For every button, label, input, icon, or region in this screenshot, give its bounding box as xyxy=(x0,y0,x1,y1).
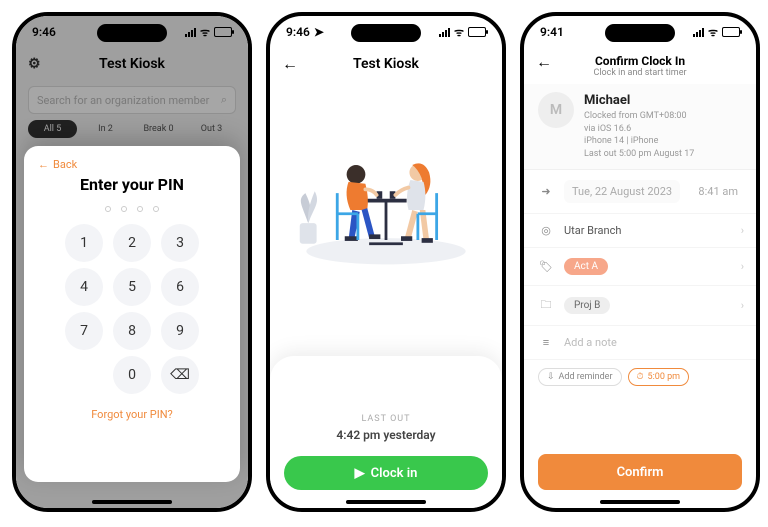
key-1[interactable]: 1 xyxy=(65,224,103,262)
arrow-left-icon: ← xyxy=(38,158,49,171)
notch xyxy=(351,24,421,42)
pin-modal: ← Back Enter your PIN 1 2 3 4 5 6 7 8 9 … xyxy=(24,146,240,482)
home-indicator xyxy=(346,500,426,504)
tag-icon: 🏷 xyxy=(538,260,554,273)
phone-clock-in: 9:46 ➤ ᯤ ← Test Kiosk xyxy=(266,12,506,512)
key-7[interactable]: 7 xyxy=(65,312,103,350)
user-os: via iOS 16.6 xyxy=(584,123,694,136)
user-card: M Michael Clocked from GMT+08:00 via iOS… xyxy=(524,84,756,170)
download-icon: ⇩ xyxy=(547,372,555,382)
people-at-table-icon xyxy=(291,120,481,270)
user-name: Michael xyxy=(584,92,694,110)
note-row[interactable]: ≡ Add a note xyxy=(524,326,756,360)
last-out-label: LAST OUT xyxy=(362,414,411,424)
home-indicator xyxy=(600,500,680,504)
phone-confirm-clockin: 9:41 ᯤ ← Confirm Clock In Clock in and s… xyxy=(520,12,760,512)
clock-in-label: Clock in xyxy=(371,466,418,481)
back-button[interactable]: ← xyxy=(536,52,552,72)
project-row[interactable]: 🗀 Proj B › xyxy=(524,286,756,326)
status-time: 9:41 xyxy=(540,25,564,39)
reminder-chips: ⇩ Add reminder ⏱ 5:00 pm xyxy=(524,360,756,394)
keypad: 1 2 3 4 5 6 7 8 9 0 ⌫ xyxy=(65,224,199,394)
page-subtitle: Clock in and start timer xyxy=(593,68,686,78)
key-delete[interactable]: ⌫ xyxy=(161,356,199,394)
wifi-icon: ᯤ xyxy=(200,25,210,40)
pin-title: Enter your PIN xyxy=(80,175,184,194)
clock-in-arrow-icon: ➜ xyxy=(538,185,554,198)
project-pill: Proj B xyxy=(564,297,610,314)
add-reminder-label: Add reminder xyxy=(559,372,613,382)
phone-pin-entry: 9:46 ᯤ ⚙ Test Kiosk Search for an organi… xyxy=(12,12,252,512)
page-title: Test Kiosk xyxy=(353,56,419,72)
status-time: 9:46 xyxy=(32,25,56,39)
user-device: iPhone 14 | iPhone xyxy=(584,135,694,148)
folder-icon: 🗀 xyxy=(538,296,554,315)
key-4[interactable]: 4 xyxy=(65,268,103,306)
activity-row[interactable]: 🏷 Act A › xyxy=(524,248,756,286)
key-5[interactable]: 5 xyxy=(113,268,151,306)
forgot-pin-link[interactable]: Forgot your PIN? xyxy=(91,408,173,421)
cellular-icon xyxy=(439,28,450,37)
clockin-time: 8:41 am xyxy=(698,185,742,198)
notch xyxy=(605,24,675,42)
confirm-label: Confirm xyxy=(617,465,664,480)
battery-icon xyxy=(214,27,232,37)
avatar: M xyxy=(538,92,574,128)
key-0[interactable]: 0 xyxy=(113,356,151,394)
notch xyxy=(97,24,167,42)
clock-icon: ⏱ xyxy=(637,372,644,382)
location-arrow-icon: ➤ xyxy=(314,25,324,39)
wifi-icon: ᯤ xyxy=(454,25,464,40)
user-last-out: Last out 5:00 pm August 17 xyxy=(584,148,694,161)
note-icon: ≡ xyxy=(538,336,554,349)
page-title: Confirm Clock In xyxy=(595,54,685,68)
key-8[interactable]: 8 xyxy=(113,312,151,350)
user-timezone: Clocked from GMT+08:00 xyxy=(584,110,694,123)
last-out-value: 4:42 pm yesterday xyxy=(336,428,435,442)
cellular-icon xyxy=(185,28,196,37)
back-button[interactable]: ← Back xyxy=(38,158,77,171)
chevron-right-icon: › xyxy=(741,299,744,312)
key-6[interactable]: 6 xyxy=(161,268,199,306)
location-pin-icon: ◎ xyxy=(538,224,554,237)
battery-icon xyxy=(722,27,740,37)
navbar: ← Confirm Clock In Clock in and start ti… xyxy=(524,48,756,84)
cellular-icon xyxy=(693,28,704,37)
branch-row[interactable]: ◎ Utar Branch › xyxy=(524,214,756,248)
back-label: Back xyxy=(53,158,77,171)
pin-dots xyxy=(105,206,159,212)
home-indicator xyxy=(92,500,172,504)
alarm-chip[interactable]: ⏱ 5:00 pm xyxy=(628,368,690,386)
back-button[interactable]: ← xyxy=(282,54,298,74)
alarm-label: 5:00 pm xyxy=(648,372,681,382)
status-time: 9:46 xyxy=(286,25,310,39)
wifi-icon: ᯤ xyxy=(708,25,718,40)
key-9[interactable]: 9 xyxy=(161,312,199,350)
branch-value: Utar Branch xyxy=(564,224,621,237)
add-reminder-chip[interactable]: ⇩ Add reminder xyxy=(538,368,622,386)
clock-in-sheet: LAST OUT 4:42 pm yesterday ▶ Clock in xyxy=(270,356,502,508)
key-2[interactable]: 2 xyxy=(113,224,151,262)
key-blank xyxy=(65,356,103,394)
confirm-button[interactable]: Confirm xyxy=(538,454,742,490)
chevron-right-icon: › xyxy=(741,260,744,273)
navbar: ← Test Kiosk xyxy=(270,48,502,80)
activity-pill: Act A xyxy=(564,258,608,275)
chevron-right-icon: › xyxy=(741,224,744,237)
clock-in-button[interactable]: ▶ Clock in xyxy=(284,456,488,490)
break-illustration xyxy=(270,100,502,290)
key-3[interactable]: 3 xyxy=(161,224,199,262)
battery-icon xyxy=(468,27,486,37)
play-icon: ▶ xyxy=(355,466,365,481)
note-placeholder: Add a note xyxy=(564,336,617,349)
datetime-row[interactable]: ➜ Tue, 22 August 2023 8:41 am xyxy=(524,170,756,214)
clockin-date: Tue, 22 August 2023 xyxy=(564,180,680,203)
